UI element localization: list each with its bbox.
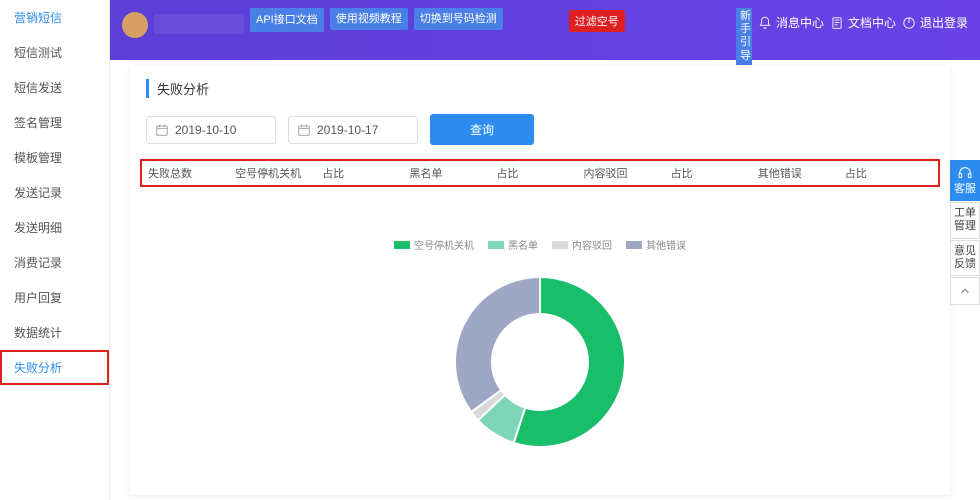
logout-label: 退出登录 (920, 14, 968, 31)
date-from-input[interactable]: 2019-10-10 (146, 116, 276, 144)
sidebar-item-sms-send[interactable]: 短信发送 (0, 70, 109, 105)
right-rail: 客服 工单管理 意见反馈 (950, 160, 980, 305)
th-ratio-4: 占比 (845, 165, 932, 181)
legend-swatch (626, 241, 642, 249)
legend-label: 其他错误 (646, 237, 686, 252)
avatar[interactable] (122, 12, 148, 38)
bell-icon (758, 16, 772, 30)
sidebar-item-data-stats[interactable]: 数据统计 (0, 315, 109, 350)
message-center-link[interactable]: 消息中心 (758, 14, 824, 31)
th-fail-total: 失败总数 (148, 165, 235, 181)
table-header-highlight: 失败总数 空号停机关机 占比 黑名单 占比 内容驳回 占比 其他错误 占比 (140, 159, 940, 187)
sidebar-item-template-manage[interactable]: 模板管理 (0, 140, 109, 175)
message-center-label: 消息中心 (776, 14, 824, 31)
doc-center-link[interactable]: 文档中心 (830, 14, 896, 31)
logout-link[interactable]: 退出登录 (902, 14, 968, 31)
page-title: 失败分析 (146, 79, 934, 98)
legend-swatch (488, 241, 504, 249)
table-row (130, 187, 950, 227)
rail-feedback[interactable]: 意见反馈 (950, 240, 980, 276)
sidebar-item-sign-manage[interactable]: 签名管理 (0, 105, 109, 140)
date-to-input[interactable]: 2019-10-17 (288, 116, 418, 144)
headset-icon (957, 165, 973, 181)
switch-number-check-button[interactable]: 切换到号码检测 (414, 8, 503, 30)
rail-ticket[interactable]: 工单管理 (950, 202, 980, 238)
calendar-icon (297, 123, 311, 137)
th-blacklist: 黑名单 (409, 165, 496, 181)
chart-legend: 空号停机关机 黑名单 内容驳回 其他错误 (130, 237, 950, 252)
query-button[interactable]: 查询 (430, 114, 534, 145)
chevron-up-icon (958, 284, 972, 298)
sidebar-item-fail-analysis[interactable]: 失败分析 (0, 350, 109, 385)
legend-label: 黑名单 (508, 237, 538, 252)
rail-service[interactable]: 客服 (950, 160, 980, 201)
donut-svg (440, 262, 640, 462)
beginner-guide-tag[interactable]: 新手引导 (736, 8, 752, 65)
th-empty-stop: 空号停机关机 (235, 165, 322, 181)
legend-item-empty: 空号停机关机 (394, 237, 474, 252)
sidebar-item-send-record[interactable]: 发送记录 (0, 175, 109, 210)
legend-item-blacklist: 黑名单 (488, 237, 538, 252)
rail-back-to-top[interactable] (950, 277, 980, 305)
main-card: 失败分析 2019-10-10 2019-10-17 查询 失败总数 空号停机关… (130, 65, 950, 495)
sidebar-item-sms-test[interactable]: 短信测试 (0, 35, 109, 70)
date-to-value: 2019-10-17 (317, 123, 378, 137)
header: API接口文档 使用视频教程 切换到号码检测 过滤空号 新手引导 消息中心 文档… (110, 0, 980, 60)
user-name-placeholder (154, 14, 244, 34)
donut-chart (130, 262, 950, 462)
rail-service-label: 客服 (954, 183, 976, 195)
legend-label: 空号停机关机 (414, 237, 474, 252)
th-content-reject: 内容驳回 (584, 165, 671, 181)
sidebar-item-send-detail[interactable]: 发送明细 (0, 210, 109, 245)
legend-item-reject: 内容驳回 (552, 237, 612, 252)
table-header: 失败总数 空号停机关机 占比 黑名单 占比 内容驳回 占比 其他错误 占比 (148, 165, 932, 181)
legend-swatch (552, 241, 568, 249)
legend-swatch (394, 241, 410, 249)
filter-row: 2019-10-10 2019-10-17 查询 (130, 108, 950, 159)
sidebar-item-consume-record[interactable]: 消费记录 (0, 245, 109, 280)
th-ratio-1: 占比 (322, 165, 409, 181)
calendar-icon (155, 123, 169, 137)
doc-center-label: 文档中心 (848, 14, 896, 31)
doc-icon (830, 16, 844, 30)
filter-empty-tag[interactable]: 过滤空号 (569, 10, 625, 32)
power-icon (902, 16, 916, 30)
th-ratio-3: 占比 (671, 165, 758, 181)
date-from-value: 2019-10-10 (175, 123, 236, 137)
th-ratio-2: 占比 (496, 165, 583, 181)
sidebar: 营销短信 短信测试 短信发送 签名管理 模板管理 发送记录 发送明细 消费记录 … (0, 0, 110, 500)
api-doc-button[interactable]: API接口文档 (250, 8, 324, 32)
legend-item-other: 其他错误 (626, 237, 686, 252)
sidebar-item-user-reply[interactable]: 用户回复 (0, 280, 109, 315)
th-other-error: 其他错误 (758, 165, 845, 181)
legend-label: 内容驳回 (572, 237, 612, 252)
video-tutorial-button[interactable]: 使用视频教程 (330, 8, 408, 30)
sidebar-item-marketing-sms[interactable]: 营销短信 (0, 0, 109, 35)
